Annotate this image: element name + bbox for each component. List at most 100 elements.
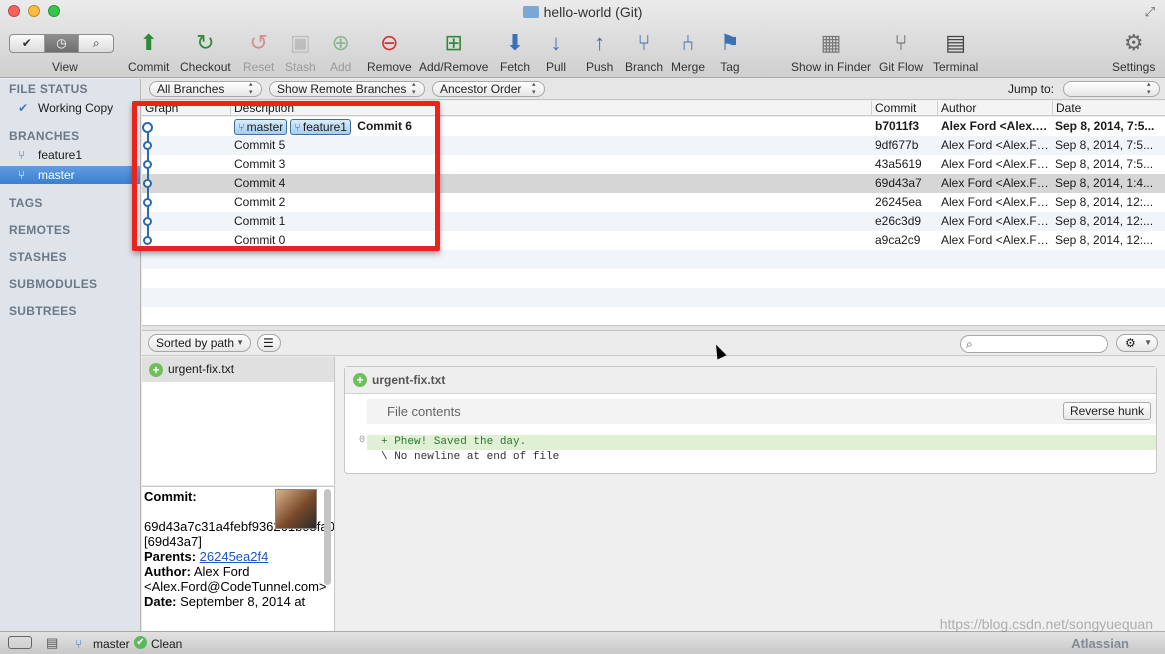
order-dropdown[interactable]: Ancestor Order <box>432 81 545 97</box>
column-description[interactable]: Description <box>231 101 872 116</box>
sidebar-heading-subtrees[interactable]: SUBTREES <box>9 304 77 318</box>
column-date[interactable]: Date <box>1053 101 1165 116</box>
diff-view: + urgent-fix.txt File contents Reverse h… <box>336 357 1165 631</box>
branch-button[interactable]: ⑂ Branch <box>625 28 663 74</box>
commit-date: Sep 8, 2014, 7:5... <box>1055 119 1155 133</box>
log-view-icon[interactable]: ◷ <box>44 35 80 52</box>
reverse-hunk-button[interactable]: Reverse hunk <box>1062 402 1151 420</box>
scrollbar[interactable] <box>324 489 331 585</box>
sidebar-heading-file-status[interactable]: FILE STATUS <box>9 82 88 96</box>
list-view-toggle[interactable]: ☰ <box>257 334 281 352</box>
panel-toggle-icon[interactable]: ▤ <box>46 635 58 651</box>
jump-to-dropdown[interactable] <box>1063 81 1160 97</box>
current-branch: master <box>93 637 130 651</box>
fullscreen-icon[interactable]: ⤢ <box>1145 4 1155 20</box>
options-menu-button[interactable]: ⚙ ▼ <box>1116 334 1158 352</box>
table-row[interactable]: ⑂ master ⑂ feature1 Commit 6 b7011f3 Alex F… <box>142 117 1165 136</box>
fetch-button[interactable]: ⬇ Fetch <box>500 28 530 74</box>
merge-button[interactable]: ⑃ Merge <box>671 28 705 74</box>
empty-row <box>142 269 1165 288</box>
empty-row <box>142 307 1165 326</box>
parent-commit-link[interactable]: 26245ea2f4 <box>200 549 269 564</box>
terminal-button[interactable]: ▤ Terminal <box>933 28 978 74</box>
table-row[interactable]: Commit 0 a9ca2c9 Alex Ford <Alex.Ford@Co… <box>142 231 1165 250</box>
fetch-icon: ⬇ <box>505 30 525 55</box>
commit-button[interactable]: ⬆ Commit <box>128 28 169 74</box>
add-button[interactable]: ⊕ Add <box>330 28 351 74</box>
sidebar-item-working-copy[interactable]: ✔ Working Copy <box>0 99 140 117</box>
graph-node <box>143 160 152 169</box>
date-value: September 8, 2014 at <box>180 594 306 609</box>
stash-button[interactable]: ▣ Stash <box>285 28 316 74</box>
diff-added-line: + Phew! Saved the day. <box>367 435 1156 450</box>
sidebar-heading-submodules[interactable]: SUBMODULES <box>9 277 97 291</box>
graph-node <box>143 236 152 245</box>
branches-filter-dropdown[interactable]: All Branches <box>149 81 262 97</box>
chevron-down-icon: ▼ <box>236 338 244 347</box>
folder-icon <box>522 6 539 18</box>
table-row[interactable]: Commit 1 e26c3d9 Alex Ford <Alex.Ford@Co… <box>142 212 1165 231</box>
git-flow-icon: ⑂ <box>894 30 908 55</box>
search-view-icon[interactable]: ⌕ <box>79 35 113 52</box>
jump-to-label: Jump to: <box>1008 82 1055 96</box>
pull-button[interactable]: ↓ Pull <box>546 28 566 74</box>
commit-author: Alex Ford <Alex.Ford@CodeTunnel.com> <box>941 195 1049 209</box>
table-row[interactable]: Commit 2 26245ea Alex Ford <Alex.Ford@Co… <box>142 193 1165 212</box>
gear-icon: ⚙ <box>1123 30 1144 55</box>
push-button[interactable]: ↑ Push <box>586 28 613 74</box>
pull-icon: ↓ <box>550 30 562 55</box>
lower-toolbar: Sorted by path ▼ ☰ ⌕ ⚙ ▼ <box>142 331 1165 356</box>
table-row-selected[interactable]: Commit 4 69d43a7 Alex Ford <Alex.Ford@Co… <box>142 174 1165 193</box>
remote-branches-dropdown[interactable]: Show Remote Branches <box>269 81 425 97</box>
sort-dropdown[interactable]: Sorted by path ▼ <box>148 334 251 352</box>
remove-button[interactable]: ⊖ Remove <box>367 28 412 74</box>
commit-description: Commit 4 <box>234 176 286 190</box>
view-segmented-control[interactable]: ✔ ◷ ⌕ <box>9 34 114 53</box>
sidebar-item-master[interactable]: ⑂ master <box>0 166 140 184</box>
commit-hash: b7011f3 <box>875 119 920 133</box>
branch-tag-master[interactable]: ⑂ master <box>234 118 288 135</box>
search-icon: ⌕ <box>966 337 973 351</box>
commit-date: Sep 8, 2014, 1:4... <box>1055 176 1154 190</box>
show-in-finder-button[interactable]: ▦ Show in Finder <box>791 28 871 74</box>
commit-table-header: Graph Description Commit Author Date <box>142 101 1165 116</box>
column-author[interactable]: Author <box>938 101 1053 116</box>
empty-row <box>142 288 1165 307</box>
commit-date: Sep 8, 2014, 12:... <box>1055 233 1154 247</box>
commit-description: Commit 2 <box>234 195 286 209</box>
checkout-icon: ↻ <box>196 30 215 55</box>
column-graph[interactable]: Graph <box>142 101 231 116</box>
table-row[interactable]: Commit 3 43a5619 Alex Ford <Alex.Ford@Co… <box>142 155 1165 174</box>
commit-date: Sep 8, 2014, 7:5... <box>1055 138 1154 152</box>
commit-description: Commit 1 <box>234 214 286 228</box>
table-row[interactable]: Commit 5 9df677b Alex Ford <Alex.Ford@Co… <box>142 136 1165 155</box>
git-flow-button[interactable]: ⑂ Git Flow <box>879 28 923 74</box>
sidebar-item-feature1[interactable]: ⑂ feature1 <box>0 146 140 164</box>
sidebar-heading-tags[interactable]: TAGS <box>9 196 43 210</box>
toolbar: hello-world (Git) ⤢ ✔ ◷ ⌕ View ⬆ Commit ↻… <box>0 0 1165 78</box>
column-commit[interactable]: Commit <box>872 101 938 116</box>
graph-node-head <box>142 122 153 133</box>
commit-hash: 69d43a7 <box>875 176 922 190</box>
commit-author: Alex Ford <Alex.Ford@CodeTunnel.com> <box>941 176 1049 190</box>
sidebar-heading-remotes[interactable]: REMOTES <box>9 223 70 237</box>
sidebar-heading-branches[interactable]: BRANCHES <box>9 129 79 143</box>
list-item[interactable]: + urgent-fix.txt <box>142 357 334 382</box>
branch-tag-feature1[interactable]: ⑂ feature1 <box>290 118 351 135</box>
empty-row <box>142 250 1165 269</box>
tag-button[interactable]: ⚑ Tag <box>720 28 740 74</box>
sidebar-heading-stashes[interactable]: STASHES <box>9 250 67 264</box>
finder-icon: ▦ <box>820 30 842 55</box>
reset-button[interactable]: ↺ Reset <box>243 28 274 74</box>
file-search-input[interactable]: ⌕ <box>960 335 1108 353</box>
branch-icon: ⑂ <box>294 121 301 134</box>
reset-icon: ↺ <box>249 30 268 55</box>
window-title: hello-world (Git) <box>0 4 1165 20</box>
settings-button[interactable]: ⚙ Settings <box>1112 28 1155 74</box>
sidebar-toggle-icon[interactable] <box>8 636 32 649</box>
hunk-header: File contents Reverse hunk <box>367 399 1156 424</box>
status-bar: ▤ ⑂ master ✔ Clean Atlassian <box>0 631 1165 654</box>
checkout-button[interactable]: ↻ Checkout <box>180 28 231 74</box>
add-remove-button[interactable]: ⊞ Add/Remove <box>419 28 488 74</box>
file-status-view-icon[interactable]: ✔ <box>10 35 45 52</box>
